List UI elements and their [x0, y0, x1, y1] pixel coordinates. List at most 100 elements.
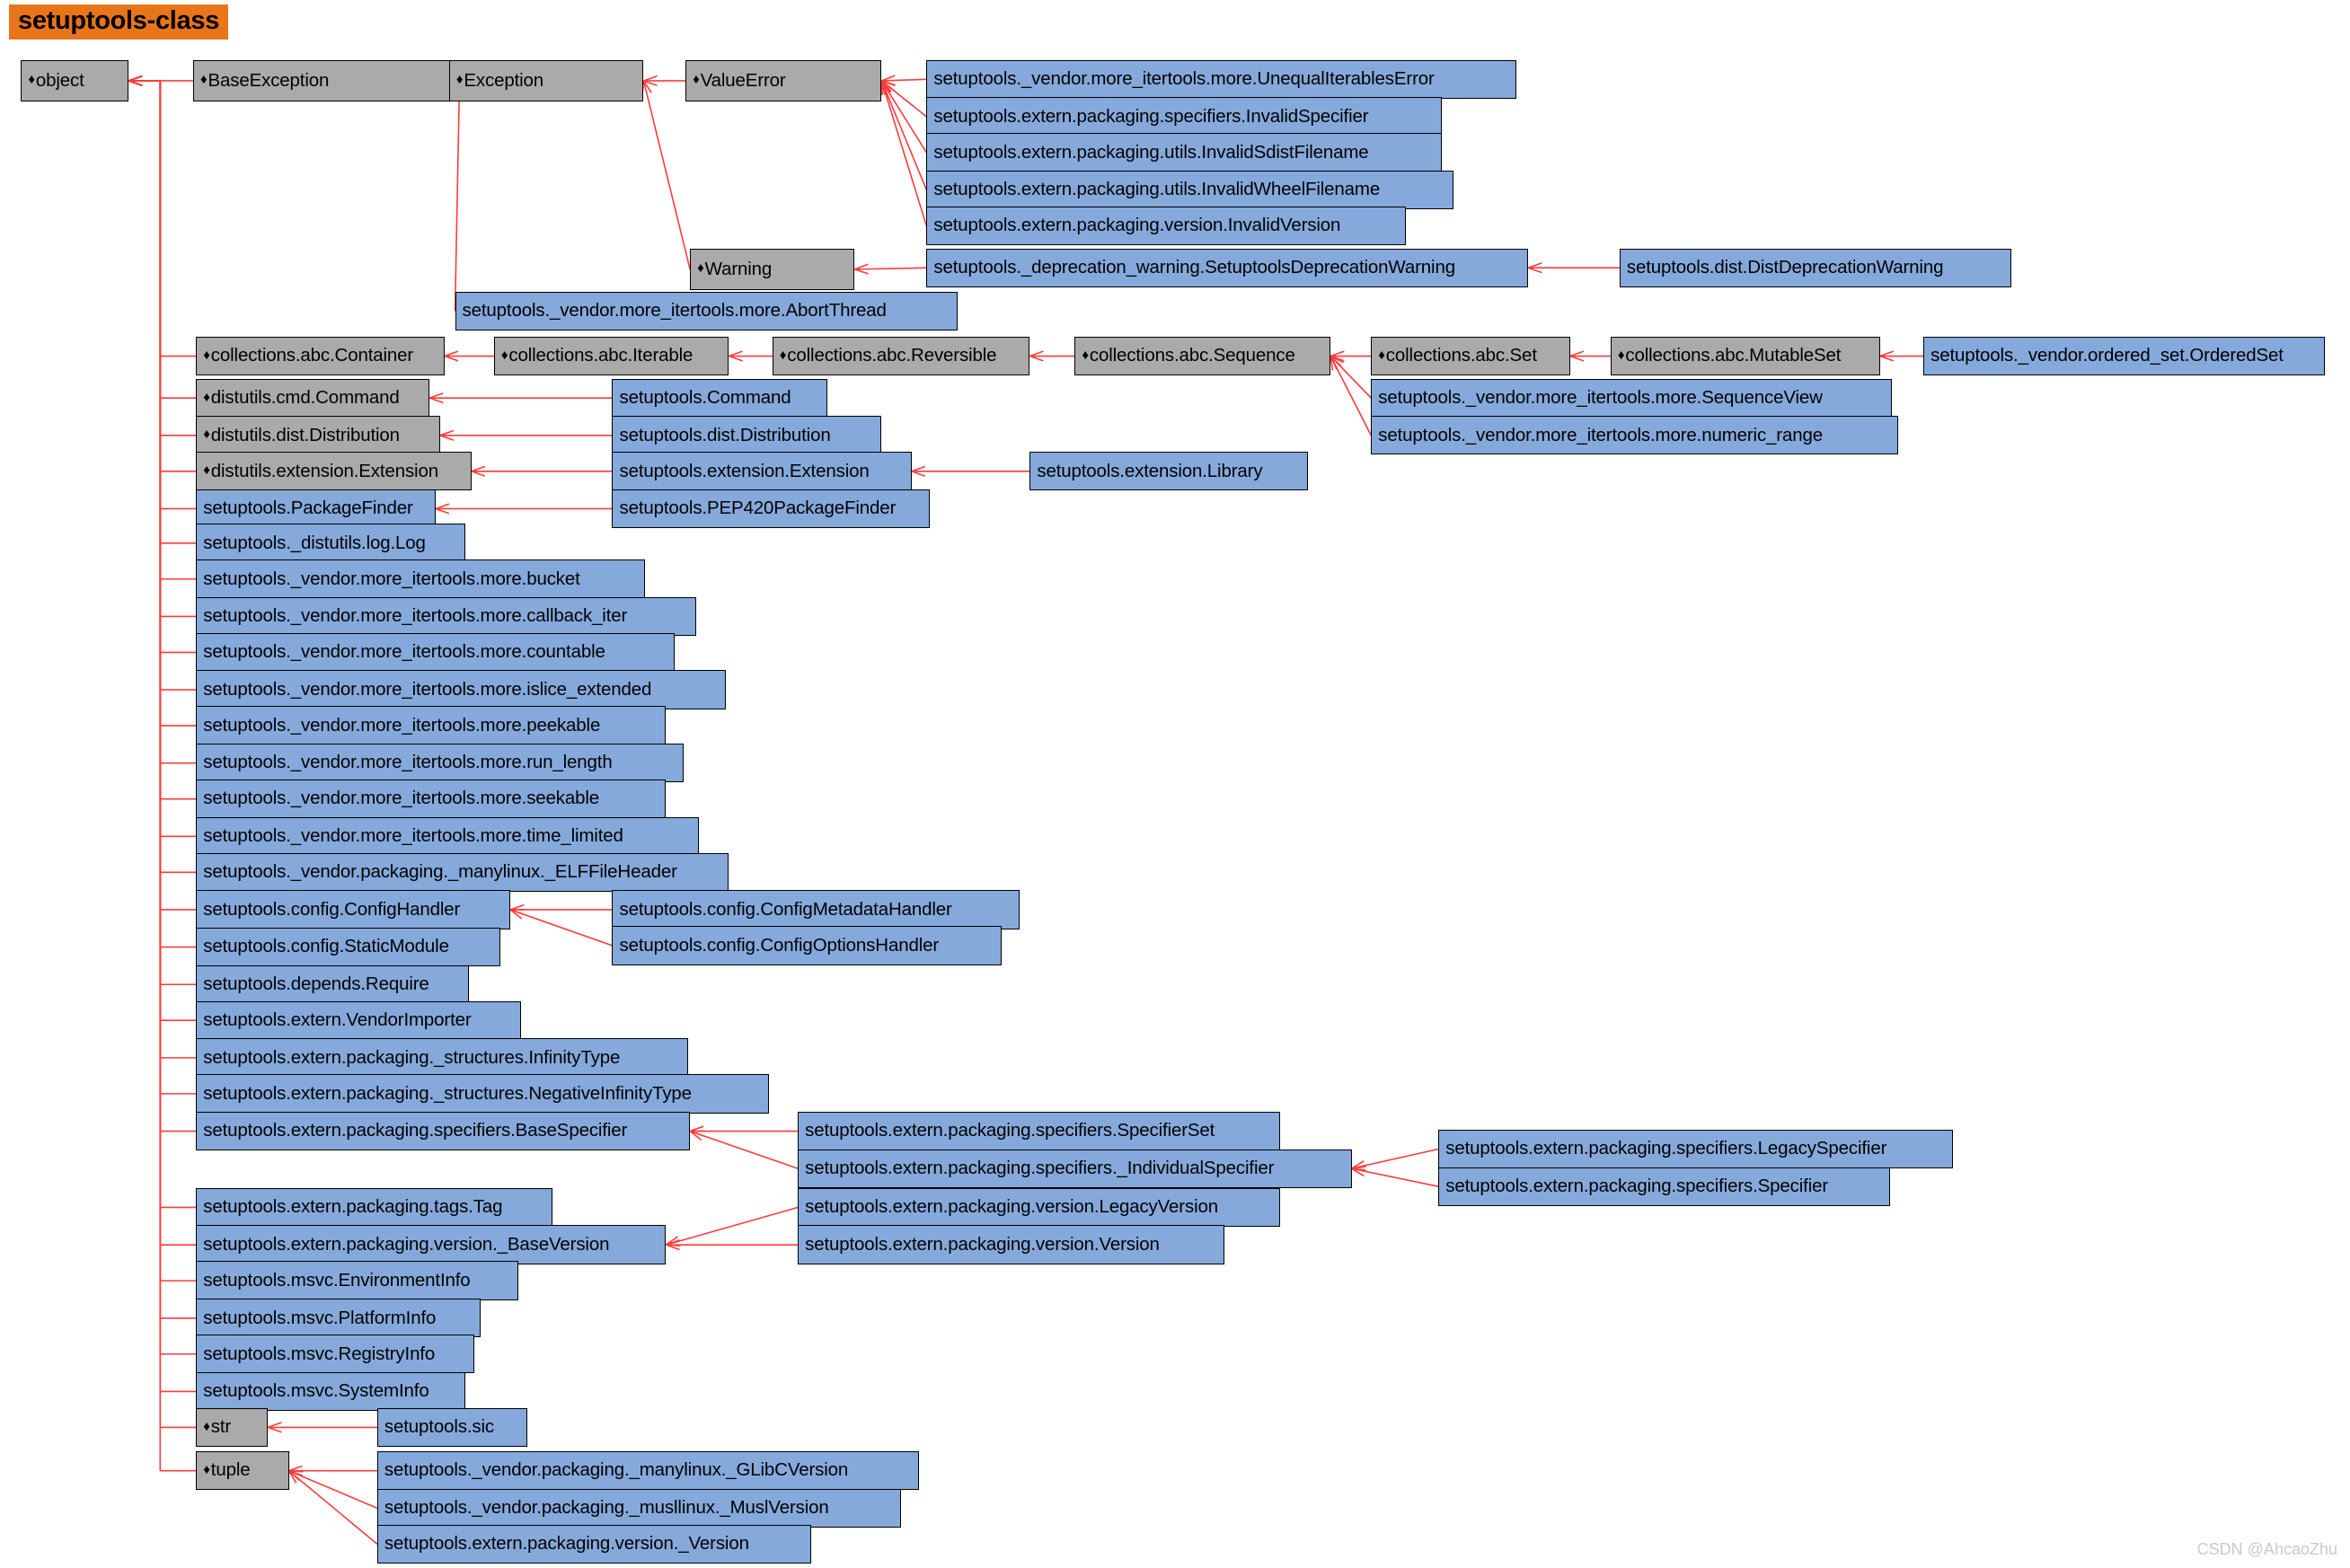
builtin-marker-icon: ♦ — [203, 389, 210, 405]
class-node-Exception[interactable]: ♦ Exception — [448, 59, 644, 102]
class-node-VersionCls[interactable]: setuptools.extern.packaging.version.Vers… — [798, 1225, 1224, 1264]
class-node-label: setuptools.config.ConfigHandler — [203, 898, 461, 920]
class-node-distutilsExtension[interactable]: ♦ distutils.extension.Extension — [196, 452, 472, 491]
builtin-marker-icon: ♦ — [455, 72, 464, 88]
class-node-Warning[interactable]: ♦ Warning — [690, 248, 855, 291]
class-node-label: setuptools.extern.packaging.version.Lega… — [805, 1196, 1218, 1218]
class-node-label: setuptools.PEP420PackageFinder — [619, 498, 897, 519]
class-node-NegativeInfinityType[interactable]: setuptools.extern.packaging._structures.… — [196, 1074, 770, 1114]
class-node-OrderedSet[interactable]: setuptools._vendor.ordered_set.OrderedSe… — [1923, 336, 2325, 376]
class-node-label: setuptools.config.StaticModule — [203, 936, 449, 957]
class-node-object[interactable]: ♦ object — [21, 59, 129, 102]
class-node-PlatformInfo[interactable]: setuptools.msvc.PlatformInfo — [196, 1299, 481, 1338]
class-node-label: setuptools.msvc.RegistryInfo — [203, 1343, 436, 1364]
class-node-dependsRequire[interactable]: setuptools.depends.Require — [196, 965, 469, 1004]
class-node-ConfigMetadataHandler[interactable]: setuptools.config.ConfigMetadataHandler — [612, 890, 1020, 929]
class-node-label: setuptools.msvc.PlatformInfo — [203, 1307, 437, 1328]
class-node-BaseSpecifier[interactable]: setuptools.extern.packaging.specifiers.B… — [196, 1111, 691, 1151]
class-node-InvalidSpecifier[interactable]: setuptools.extern.packaging.specifiers.I… — [926, 97, 1442, 137]
class-node-label: setuptools._vendor.more_itertools.more.r… — [203, 752, 613, 773]
class-node-StaticModule[interactable]: setuptools.config.StaticModule — [196, 927, 500, 967]
class-node-PEP420PackageFinder[interactable]: setuptools.PEP420PackageFinder — [612, 489, 930, 529]
class-node-label: collections.abc.Sequence — [1089, 345, 1295, 366]
class-node-PackageFinder[interactable]: setuptools.PackageFinder — [196, 489, 436, 529]
class-node-LegacyVersion[interactable]: setuptools.extern.packaging.version.Lega… — [798, 1187, 1280, 1228]
builtin-marker-icon: ♦ — [1378, 348, 1385, 363]
class-node-SequenceView[interactable]: setuptools._vendor.more_itertools.more.S… — [1371, 378, 1893, 418]
class-node-label: setuptools.extern.packaging.specifiers.S… — [805, 1120, 1215, 1141]
class-node-distutilsDistribution[interactable]: ♦ distutils.dist.Distribution — [196, 416, 440, 455]
class-node-label: distutils.cmd.Command — [210, 386, 400, 408]
class-node-LogCls[interactable]: setuptools._distutils.log.Log — [196, 524, 466, 563]
class-node-InfinityType[interactable]: setuptools.extern.packaging._structures.… — [196, 1038, 689, 1078]
class-node-tagsTag[interactable]: setuptools.extern.packaging.tags.Tag — [196, 1187, 552, 1228]
class-node-label: collections.abc.Container — [210, 345, 414, 366]
class-node-tuple[interactable]: ♦ tuple — [196, 1451, 289, 1491]
class-node-EnvironmentInfo[interactable]: setuptools.msvc.EnvironmentInfo — [196, 1261, 518, 1300]
builtin-marker-icon: ♦ — [693, 72, 700, 88]
class-node-setuptoolsCommand[interactable]: setuptools.Command — [612, 378, 828, 418]
class-node-ValueError[interactable]: ♦ ValueError — [685, 59, 882, 102]
class-node-peekable[interactable]: setuptools._vendor.more_itertools.more.p… — [196, 706, 667, 745]
class-node-IndividualSpecifier[interactable]: setuptools.extern.packaging.specifiers._… — [798, 1149, 1352, 1188]
class-node-BaseException[interactable]: ♦ BaseException — [192, 59, 460, 102]
class-node-abcMutableSet[interactable]: ♦ collections.abc.MutableSet — [1610, 336, 1880, 376]
class-node-label: setuptools.msvc.SystemInfo — [203, 1380, 429, 1402]
class-node-SpecifierSet[interactable]: setuptools.extern.packaging.specifiers.S… — [798, 1111, 1280, 1151]
class-node-LegacySpecifier[interactable]: setuptools.extern.packaging.specifiers.L… — [1438, 1129, 1954, 1169]
class-node-label: setuptools._vendor.packaging._manylinux.… — [384, 1459, 849, 1481]
class-node-run_length[interactable]: setuptools._vendor.more_itertools.more.r… — [196, 744, 685, 783]
class-node-label: setuptools.extern.packaging.version._Ver… — [384, 1533, 749, 1555]
class-node-setuptoolsExtension[interactable]: setuptools.extension.Extension — [612, 452, 912, 491]
class-node-countable[interactable]: setuptools._vendor.more_itertools.more.c… — [196, 632, 676, 673]
class-node-str[interactable]: ♦ str — [196, 1407, 269, 1448]
class-node-InvalidVersion[interactable]: setuptools.extern.packaging.version.Inva… — [926, 206, 1406, 246]
class-node-AbortThread[interactable]: setuptools._vendor.more_itertools.more.A… — [455, 291, 959, 331]
class-node-abcContainer[interactable]: ♦ collections.abc.Container — [196, 336, 445, 376]
class-node-label: ValueError — [700, 69, 786, 91]
class-node-numeric_range[interactable]: setuptools._vendor.more_itertools.more.n… — [1371, 416, 1898, 455]
class-node-BaseVersion[interactable]: setuptools.extern.packaging.version._Bas… — [196, 1225, 667, 1264]
class-node-abcReversible[interactable]: ♦ collections.abc.Reversible — [772, 336, 1030, 376]
builtin-marker-icon: ♦ — [203, 1418, 210, 1434]
class-node-label: setuptools._vendor.more_itertools.more.n… — [1378, 424, 1823, 445]
class-node-UnequalIterablesError[interactable]: setuptools._vendor.more_itertools.more.U… — [926, 59, 1516, 99]
class-node-DistDeprecationWarning[interactable]: setuptools.dist.DistDeprecationWarning — [1619, 248, 2012, 287]
class-node-islice_extended[interactable]: setuptools._vendor.more_itertools.more.i… — [196, 670, 727, 709]
builtin-marker-icon: ♦ — [500, 348, 508, 363]
class-node-abcSequence[interactable]: ♦ collections.abc.Sequence — [1074, 336, 1331, 376]
class-node-setuptoolsLibrary[interactable]: setuptools.extension.Library — [1029, 452, 1309, 491]
class-node-label: setuptools._vendor.more_itertools.more.c… — [203, 641, 605, 663]
class-node-label: setuptools.extern.packaging.tags.Tag — [203, 1196, 503, 1218]
class-node-RegistryInfo[interactable]: setuptools.msvc.RegistryInfo — [196, 1335, 475, 1374]
class-node-time_limited[interactable]: setuptools._vendor.more_itertools.more.t… — [196, 816, 700, 856]
class-node-bucket[interactable]: setuptools._vendor.more_itertools.more.b… — [196, 559, 646, 599]
class-node-InvalidSdistFilename[interactable]: setuptools.extern.packaging.utils.Invali… — [926, 133, 1442, 172]
class-node-callback_iter[interactable]: setuptools._vendor.more_itertools.more.c… — [196, 596, 696, 637]
class-node-ELFFileHeader[interactable]: setuptools._vendor.packaging._manylinux.… — [196, 852, 729, 892]
class-node-label: setuptools._vendor.more_itertools.more.A… — [462, 300, 887, 322]
class-node-SetuptoolsDeprecationWarning[interactable]: setuptools._deprecation_warning.Setuptoo… — [926, 248, 1529, 287]
class-node-MuslVersion[interactable]: setuptools._vendor.packaging._musllinux.… — [376, 1488, 902, 1528]
class-node-label: setuptools.PackageFinder — [203, 498, 413, 519]
class-node-Specifier[interactable]: setuptools.extern.packaging.specifiers.S… — [1438, 1167, 1891, 1206]
class-node-GLibCVersion[interactable]: setuptools._vendor.packaging._manylinux.… — [376, 1451, 920, 1491]
class-node-label: setuptools._vendor.packaging._musllinux.… — [384, 1497, 829, 1519]
class-node-setuptoolsDistribution[interactable]: setuptools.dist.Distribution — [612, 416, 882, 455]
class-node-distutilsCommand[interactable]: ♦ distutils.cmd.Command — [196, 378, 430, 418]
builtin-marker-icon: ♦ — [203, 348, 210, 363]
class-node-ConfigOptionsHandler[interactable]: setuptools.config.ConfigOptionsHandler — [612, 926, 1002, 965]
builtin-marker-icon: ♦ — [28, 72, 35, 88]
class-node-ConfigHandler[interactable]: setuptools.config.ConfigHandler — [196, 890, 511, 929]
class-node-InvalidWheelFilename[interactable]: setuptools.extern.packaging.utils.Invali… — [926, 170, 1453, 210]
class-node-VendorImporter[interactable]: setuptools.extern.VendorImporter — [196, 1000, 521, 1040]
class-node-label: setuptools.extern.packaging.specifiers.I… — [933, 105, 1369, 127]
class-node-abcIterable[interactable]: ♦ collections.abc.Iterable — [493, 336, 729, 376]
class-node-abcSet[interactable]: ♦ collections.abc.Set — [1371, 336, 1570, 376]
class-node-label: setuptools.extern.packaging.utils.Invali… — [933, 179, 1381, 200]
class-node-_Version[interactable]: setuptools.extern.packaging.version._Ver… — [376, 1524, 812, 1564]
class-node-seekable[interactable]: setuptools._vendor.more_itertools.more.s… — [196, 780, 667, 819]
class-node-sic[interactable]: setuptools.sic — [376, 1407, 527, 1448]
class-node-SystemInfo[interactable]: setuptools.msvc.SystemInfo — [196, 1371, 466, 1412]
class-node-label: setuptools.extern.packaging._structures.… — [203, 1046, 621, 1068]
